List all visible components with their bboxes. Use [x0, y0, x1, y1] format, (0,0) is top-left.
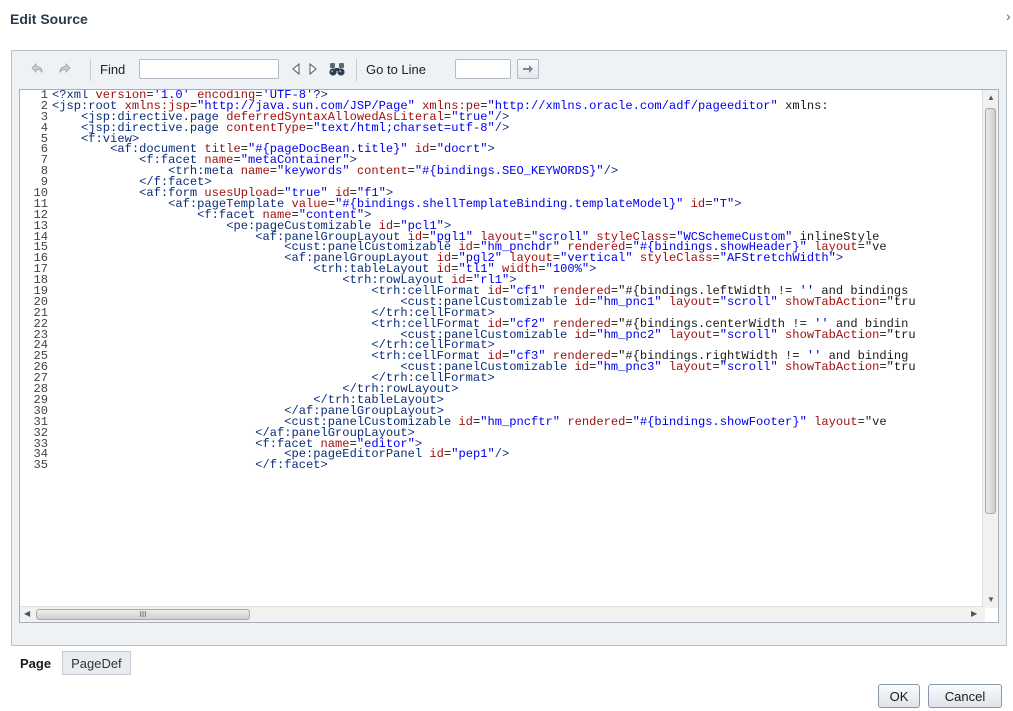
dialog-title: Edit Source: [10, 11, 88, 27]
vertical-scroll-thumb[interactable]: [985, 108, 996, 514]
ok-button[interactable]: OK: [878, 684, 920, 708]
line-number: 35: [33, 458, 48, 473]
find-next-icon[interactable]: [304, 60, 322, 78]
find-input[interactable]: [139, 59, 279, 79]
tab-page[interactable]: Page: [11, 651, 61, 675]
vertical-scrollbar[interactable]: ▲ ▼: [982, 90, 998, 608]
scroll-grip: III: [139, 610, 147, 619]
arrow-right-icon: [523, 65, 533, 73]
redo-icon[interactable]: [56, 60, 74, 78]
close-chevron-icon[interactable]: ›: [1006, 8, 1011, 24]
undo-icon[interactable]: [28, 60, 46, 78]
scroll-left-icon[interactable]: ◀: [24, 609, 30, 618]
code-line[interactable]: 4 <jsp:directive.page contentType="text/…: [20, 122, 985, 134]
code-editor[interactable]: 1 <?xml version='1.0' encoding='UTF-8'?> 2…: [19, 89, 999, 623]
goto-line-button[interactable]: [517, 59, 539, 79]
source-tabs: Page PageDef: [11, 651, 131, 677]
editor-toolbar: Find Go to Line: [12, 51, 1006, 89]
source-editor-panel: Find Go to Line 1 <?xml version='1.0' enc…: [11, 50, 1007, 646]
line-text: </f:facet>: [255, 458, 328, 473]
cancel-button[interactable]: Cancel: [928, 684, 1002, 708]
code-line[interactable]: 35 </f:facet>: [20, 458, 985, 473]
code-area[interactable]: 1 <?xml version='1.0' encoding='UTF-8'?> 2…: [20, 90, 985, 608]
scroll-right-icon[interactable]: ▶: [971, 609, 977, 618]
tab-pagedef[interactable]: PageDef: [62, 651, 131, 675]
find-label: Find: [100, 62, 126, 77]
scroll-down-icon[interactable]: ▼: [987, 595, 995, 604]
toolbar-separator: [356, 59, 357, 81]
goto-line-input[interactable]: [455, 59, 511, 79]
horizontal-scroll-thumb[interactable]: III: [36, 609, 250, 620]
goto-line-label: Go to Line: [366, 62, 426, 77]
binoculars-icon[interactable]: [328, 60, 346, 78]
scroll-up-icon[interactable]: ▲: [987, 93, 995, 102]
horizontal-scrollbar[interactable]: ◀ III ▶: [20, 606, 985, 622]
toolbar-separator: [90, 59, 91, 81]
